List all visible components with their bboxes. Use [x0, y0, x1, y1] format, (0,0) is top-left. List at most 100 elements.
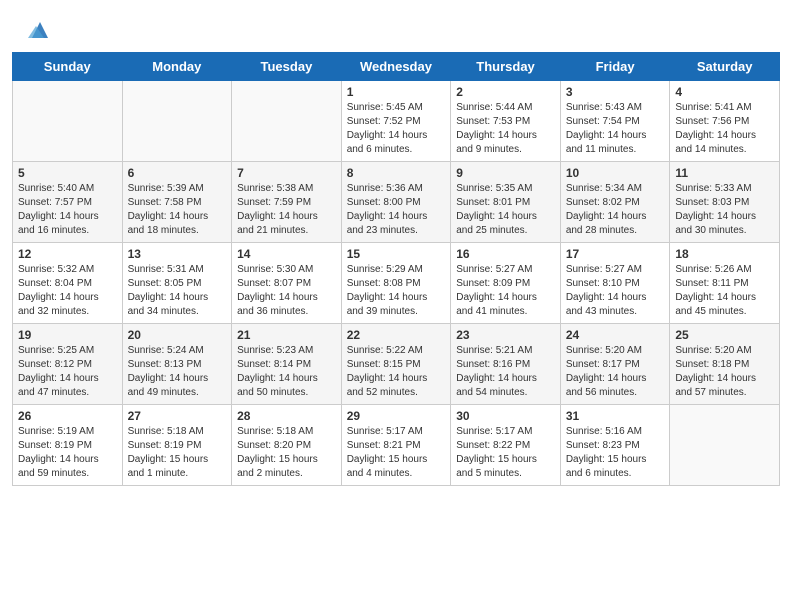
calendar-cell: 7 Sunrise: 5:38 AMSunset: 7:59 PMDaylight…	[232, 162, 342, 243]
calendar-cell: 14 Sunrise: 5:30 AMSunset: 8:07 PMDayligh…	[232, 243, 342, 324]
day-number: 17	[566, 247, 665, 261]
page-header	[0, 0, 792, 52]
day-info: Sunrise: 5:16 AMSunset: 8:23 PMDaylight:…	[566, 425, 665, 481]
calendar-cell: 11 Sunrise: 5:33 AMSunset: 8:03 PMDayligh…	[670, 162, 780, 243]
day-info: Sunrise: 5:36 AMSunset: 8:00 PMDaylight:…	[347, 182, 446, 238]
calendar-cell: 16 Sunrise: 5:27 AMSunset: 8:09 PMDayligh…	[451, 243, 561, 324]
day-info: Sunrise: 5:40 AMSunset: 7:57 PMDaylight:…	[18, 182, 117, 238]
col-header-monday: Monday	[122, 53, 232, 81]
col-header-sunday: Sunday	[13, 53, 123, 81]
col-header-wednesday: Wednesday	[341, 53, 451, 81]
calendar-cell: 13Sunrise: 5:31 AMSunset: 8:05 PMDayligh…	[122, 243, 232, 324]
day-number: 5	[18, 166, 117, 180]
day-info: Sunrise: 5:23 AMSunset: 8:14 PMDaylight:…	[237, 344, 336, 400]
day-number: 18	[675, 247, 774, 261]
day-info: Sunrise: 5:20 AMSunset: 8:17 PMDaylight:…	[566, 344, 665, 400]
day-info: Sunrise: 5:39 AMSunset: 7:58 PMDaylight:…	[128, 182, 227, 238]
day-number: 22	[347, 328, 446, 342]
calendar-cell: 8Sunrise: 5:36 AMSunset: 8:00 PMDaylight…	[341, 162, 451, 243]
day-number: 27	[128, 409, 227, 423]
calendar-cell	[670, 405, 780, 486]
day-number: 10	[566, 166, 665, 180]
day-info: Sunrise: 5:33 AMSunset: 8:03 PMDaylight:…	[675, 182, 774, 238]
day-info: Sunrise: 5:24 AMSunset: 8:13 PMDaylight:…	[128, 344, 227, 400]
day-info: Sunrise: 5:45 AMSunset: 7:52 PMDaylight:…	[347, 101, 446, 157]
day-number: 31	[566, 409, 665, 423]
day-info: Sunrise: 5:30 AMSunset: 8:07 PMDaylight:…	[237, 263, 336, 319]
calendar-cell: 18 Sunrise: 5:26 AMSunset: 8:11 PMDayligh…	[670, 243, 780, 324]
calendar-cell: 4 Sunrise: 5:41 AMSunset: 7:56 PMDaylight…	[670, 81, 780, 162]
day-info: Sunrise: 5:22 AMSunset: 8:15 PMDaylight:…	[347, 344, 446, 400]
calendar-cell: 28Sunrise: 5:18 AMSunset: 8:20 PMDayligh…	[232, 405, 342, 486]
calendar-cell: 15 Sunrise: 5:29 AMSunset: 8:08 PMDayligh…	[341, 243, 451, 324]
calendar-cell	[232, 81, 342, 162]
day-info: Sunrise: 5:41 AMSunset: 7:56 PMDaylight:…	[675, 101, 774, 157]
day-info: Sunrise: 5:17 AMSunset: 8:21 PMDaylight:…	[347, 425, 446, 481]
day-number: 21	[237, 328, 336, 342]
day-number: 15	[347, 247, 446, 261]
day-number: 26	[18, 409, 117, 423]
day-info: Sunrise: 5:34 AMSunset: 8:02 PMDaylight:…	[566, 182, 665, 238]
col-header-tuesday: Tuesday	[232, 53, 342, 81]
calendar-cell: 10 Sunrise: 5:34 AMSunset: 8:02 PMDayligh…	[560, 162, 670, 243]
day-info: Sunrise: 5:27 AMSunset: 8:10 PMDaylight:…	[566, 263, 665, 319]
calendar-cell: 26 Sunrise: 5:19 AMSunset: 8:19 PMDayligh…	[13, 405, 123, 486]
day-number: 29	[347, 409, 446, 423]
day-number: 24	[566, 328, 665, 342]
calendar-cell: 30 Sunrise: 5:17 AMSunset: 8:22 PMDayligh…	[451, 405, 561, 486]
day-info: Sunrise: 5:18 AMSunset: 8:19 PMDaylight:…	[128, 425, 227, 481]
calendar-cell: 20 Sunrise: 5:24 AMSunset: 8:13 PMDayligh…	[122, 324, 232, 405]
calendar-cell: 9Sunrise: 5:35 AMSunset: 8:01 PMDaylight…	[451, 162, 561, 243]
logo-icon	[26, 16, 54, 44]
calendar-cell: 5 Sunrise: 5:40 AMSunset: 7:57 PMDaylight…	[13, 162, 123, 243]
day-number: 19	[18, 328, 117, 342]
day-number: 20	[128, 328, 227, 342]
day-number: 25	[675, 328, 774, 342]
day-number: 16	[456, 247, 555, 261]
calendar-cell	[122, 81, 232, 162]
day-info: Sunrise: 5:21 AMSunset: 8:16 PMDaylight:…	[456, 344, 555, 400]
day-info: Sunrise: 5:32 AMSunset: 8:04 PMDaylight:…	[18, 263, 117, 319]
calendar-cell: 21 Sunrise: 5:23 AMSunset: 8:14 PMDayligh…	[232, 324, 342, 405]
day-info: Sunrise: 5:20 AMSunset: 8:18 PMDaylight:…	[675, 344, 774, 400]
day-info: Sunrise: 5:43 AMSunset: 7:54 PMDaylight:…	[566, 101, 665, 157]
day-number: 30	[456, 409, 555, 423]
day-info: Sunrise: 5:27 AMSunset: 8:09 PMDaylight:…	[456, 263, 555, 319]
day-number: 3	[566, 85, 665, 99]
calendar-header: SundayMondayTuesdayWednesdayThursdayFrid…	[13, 53, 780, 81]
col-header-friday: Friday	[560, 53, 670, 81]
day-info: Sunrise: 5:26 AMSunset: 8:11 PMDaylight:…	[675, 263, 774, 319]
day-number: 14	[237, 247, 336, 261]
calendar-cell: 17 Sunrise: 5:27 AMSunset: 8:10 PMDayligh…	[560, 243, 670, 324]
day-number: 9	[456, 166, 555, 180]
day-number: 1	[347, 85, 446, 99]
day-info: Sunrise: 5:38 AMSunset: 7:59 PMDaylight:…	[237, 182, 336, 238]
calendar-cell: 25 Sunrise: 5:20 AMSunset: 8:18 PMDayligh…	[670, 324, 780, 405]
day-number: 12	[18, 247, 117, 261]
calendar-cell: 22 Sunrise: 5:22 AMSunset: 8:15 PMDayligh…	[341, 324, 451, 405]
day-info: Sunrise: 5:25 AMSunset: 8:12 PMDaylight:…	[18, 344, 117, 400]
day-number: 13	[128, 247, 227, 261]
day-number: 7	[237, 166, 336, 180]
day-info: Sunrise: 5:29 AMSunset: 8:08 PMDaylight:…	[347, 263, 446, 319]
calendar-cell: 6 Sunrise: 5:39 AMSunset: 7:58 PMDaylight…	[122, 162, 232, 243]
calendar-cell: 29 Sunrise: 5:17 AMSunset: 8:21 PMDayligh…	[341, 405, 451, 486]
logo	[20, 16, 54, 44]
day-number: 2	[456, 85, 555, 99]
calendar-cell: 12 Sunrise: 5:32 AMSunset: 8:04 PMDayligh…	[13, 243, 123, 324]
day-number: 11	[675, 166, 774, 180]
calendar-cell: 1 Sunrise: 5:45 AMSunset: 7:52 PMDaylight…	[341, 81, 451, 162]
calendar-cell: 19 Sunrise: 5:25 AMSunset: 8:12 PMDayligh…	[13, 324, 123, 405]
calendar-cell: 27 Sunrise: 5:18 AMSunset: 8:19 PMDayligh…	[122, 405, 232, 486]
day-info: Sunrise: 5:19 AMSunset: 8:19 PMDaylight:…	[18, 425, 117, 481]
day-number: 4	[675, 85, 774, 99]
day-number: 23	[456, 328, 555, 342]
day-info: Sunrise: 5:17 AMSunset: 8:22 PMDaylight:…	[456, 425, 555, 481]
day-number: 6	[128, 166, 227, 180]
calendar-container: SundayMondayTuesdayWednesdayThursdayFrid…	[0, 52, 792, 498]
calendar-cell: 3 Sunrise: 5:43 AMSunset: 7:54 PMDaylight…	[560, 81, 670, 162]
col-header-saturday: Saturday	[670, 53, 780, 81]
day-info: Sunrise: 5:18 AMSunset: 8:20 PMDaylight:…	[237, 425, 336, 481]
col-header-thursday: Thursday	[451, 53, 561, 81]
calendar-cell: 31 Sunrise: 5:16 AMSunset: 8:23 PMDayligh…	[560, 405, 670, 486]
